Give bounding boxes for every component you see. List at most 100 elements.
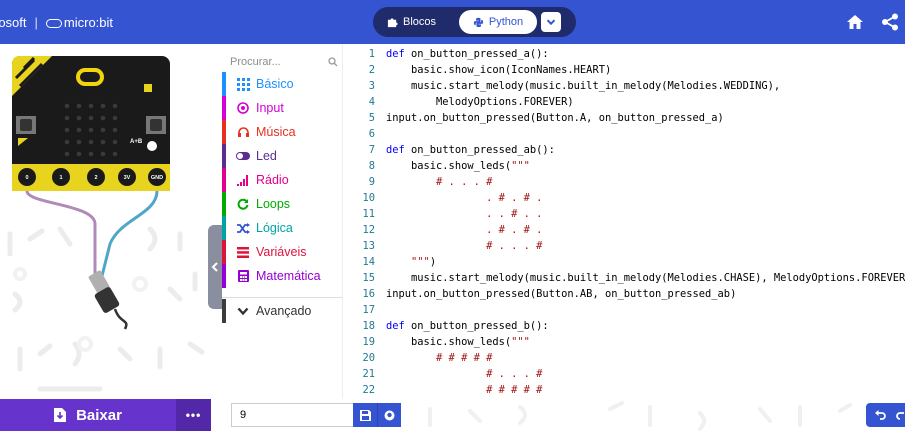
code-line[interactable]: basic.show_leds(""" — [386, 334, 530, 350]
grid-icon — [236, 77, 250, 91]
category-radio[interactable]: Rádio — [222, 168, 342, 192]
category-logica[interactable]: Lógica — [222, 216, 342, 240]
code-line[interactable]: def on_button_pressed_a(): — [386, 46, 549, 62]
redo-icon[interactable] — [896, 410, 904, 420]
undo-icon[interactable] — [875, 410, 886, 420]
category-color-bar — [222, 216, 226, 240]
category-color-bar — [222, 192, 226, 216]
category-color-bar — [222, 96, 226, 120]
save-icon — [359, 409, 371, 421]
code-line[interactable]: input.on_button_pressed(Button.A, on_but… — [386, 110, 724, 126]
code-line[interactable]: . . # . . — [386, 206, 542, 222]
toggle-icon — [236, 149, 250, 163]
microbit-logo-text: micro:bit — [63, 14, 114, 30]
code-line[interactable]: # . . . # — [386, 174, 492, 190]
code-line[interactable]: def on_button_pressed_b(): — [386, 318, 549, 334]
code-line[interactable]: input.on_button_pressed(Button.AB, on_bu… — [386, 286, 736, 302]
more-options-button[interactable]: ••• — [176, 399, 211, 431]
download-label: Baixar — [76, 406, 122, 424]
top-bar: rosoft | micro:bit Blocos Python — [0, 0, 905, 44]
category-avancado[interactable]: Avançado — [222, 299, 342, 323]
blocks-tab[interactable]: Blocos — [387, 7, 436, 37]
line-number: 12 — [362, 224, 375, 236]
category-color-bar — [222, 144, 226, 168]
code-line[interactable]: def on_button_pressed_ab(): — [386, 142, 555, 158]
share-icon[interactable] — [880, 12, 900, 32]
category-loops[interactable]: Loops — [222, 192, 342, 216]
code-line[interactable]: basic.show_leds(""" — [386, 158, 530, 174]
line-number: 3 — [368, 80, 375, 92]
code-line[interactable]: """) — [386, 254, 436, 270]
category-basico[interactable]: Básico — [222, 72, 342, 96]
code-line[interactable]: # . . . # — [386, 238, 542, 254]
code-line[interactable]: basic.show_icon(IconNames.HEART) — [386, 62, 611, 78]
code-line[interactable]: . # . # . — [386, 190, 542, 206]
category-led[interactable]: Led — [222, 144, 342, 168]
code-line[interactable]: # # # # # — [386, 350, 492, 366]
headphones-icon — [236, 125, 250, 139]
code-line[interactable]: music.start_melody(music.built_in_melody… — [386, 270, 905, 286]
category-color-bar — [222, 240, 226, 264]
line-number: 2 — [368, 64, 375, 76]
search-box[interactable]: Procurar... — [230, 50, 338, 74]
category-label: Loops — [256, 197, 291, 211]
line-number: 4 — [368, 96, 375, 108]
python-tab[interactable]: Python — [459, 10, 537, 34]
category-label: Led — [256, 149, 277, 163]
undo-redo-group[interactable] — [866, 403, 905, 427]
line-number: 8 — [368, 160, 375, 172]
line-number: 21 — [362, 368, 375, 380]
download-icon — [54, 408, 67, 422]
refresh-icon — [236, 197, 250, 211]
shuffle-icon — [236, 221, 250, 235]
code-line[interactable]: music.start_melody(music.built_in_melody… — [386, 78, 780, 94]
line-number: 10 — [362, 192, 375, 204]
home-icon[interactable] — [845, 12, 865, 32]
code-line[interactable]: . # . # . — [386, 222, 542, 238]
github-icon — [384, 410, 395, 420]
category-color-bar — [222, 264, 226, 288]
line-number: 6 — [368, 128, 375, 140]
puzzle-icon — [387, 17, 398, 27]
language-menu-button[interactable] — [541, 12, 561, 32]
category-label: Variáveis — [256, 245, 307, 259]
language-toggle: Blocos Python — [373, 7, 576, 37]
brand[interactable]: rosoft | micro:bit — [0, 0, 113, 44]
microsoft-logo-text: rosoft — [0, 14, 27, 30]
search-input[interactable]: Procurar... — [230, 56, 328, 68]
blocks-tab-label: Blocos — [403, 16, 437, 28]
search-icon — [328, 57, 338, 67]
toolbox-separator — [222, 297, 342, 298]
save-button[interactable] — [353, 403, 377, 427]
list-icon — [236, 245, 250, 259]
headphone-wires — [25, 190, 159, 330]
bottom-bar: Baixar ••• 9 — [0, 399, 905, 431]
code-line[interactable]: # . . . # — [386, 366, 542, 382]
category-color-bar — [222, 299, 226, 323]
line-number: 20 — [362, 352, 375, 364]
toolbox: Procurar... Básico Input Música Led Rádi… — [222, 44, 342, 399]
line-number: 17 — [362, 304, 375, 316]
category-matematica[interactable]: Matemática — [222, 264, 342, 288]
line-number: 1 — [368, 48, 375, 60]
python-tab-label: Python — [488, 16, 524, 28]
code-line[interactable]: # # # # # — [386, 382, 542, 398]
microbit-logo-icon — [45, 18, 62, 28]
category-input[interactable]: Input — [222, 96, 342, 120]
collapse-simulator-button[interactable] — [208, 225, 222, 309]
line-number: 11 — [362, 208, 375, 220]
line-number: 7 — [368, 144, 375, 156]
python-code-editor[interactable]: 1 def on_button_pressed_a(): 2 basic.show_… — [342, 44, 905, 399]
category-label: Básico — [256, 77, 294, 91]
makecode-editor: rosoft | micro:bit Blocos Python — [0, 0, 905, 431]
download-button[interactable]: Baixar — [0, 399, 176, 431]
category-label: Rádio — [256, 173, 289, 187]
category-musica[interactable]: Música — [222, 120, 342, 144]
project-name-input[interactable]: 9 — [231, 403, 353, 427]
code-line[interactable]: MelodyOptions.FOREVER) — [386, 94, 574, 110]
category-color-bar — [222, 72, 226, 96]
line-number: 22 — [362, 384, 375, 396]
category-variaveis[interactable]: Variáveis — [222, 240, 342, 264]
github-button[interactable] — [377, 403, 401, 427]
category-label: Avançado — [256, 304, 312, 318]
